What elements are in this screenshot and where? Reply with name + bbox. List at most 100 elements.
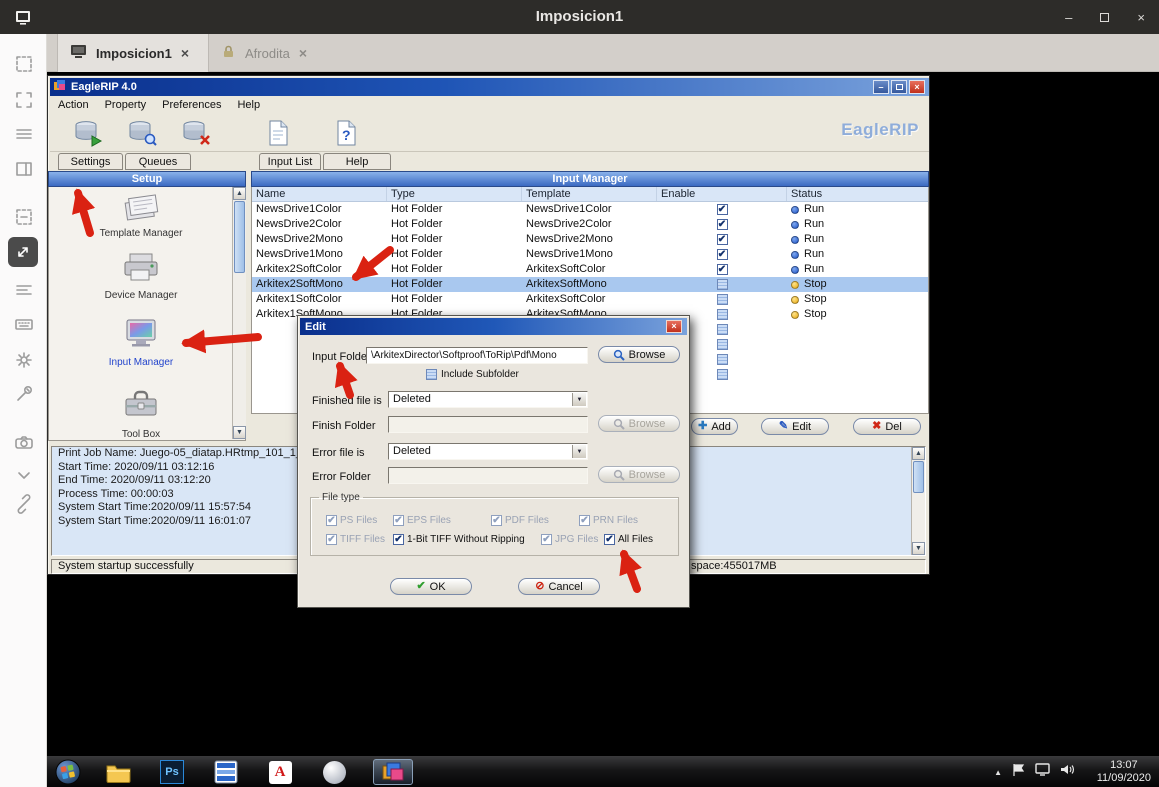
scroll-up-icon[interactable]: ▲	[912, 447, 925, 460]
table-row[interactable]: Arkitex1SoftColorHot FolderArkitexSoftCo…	[252, 292, 928, 307]
image-app-icon[interactable]	[213, 759, 239, 785]
rip-maximize-icon[interactable]	[891, 80, 907, 94]
tab-panel-help[interactable]: Help	[323, 153, 391, 170]
enable-checkbox[interactable]	[717, 264, 728, 275]
enable-checkbox[interactable]	[717, 339, 728, 350]
table-row[interactable]: NewsDrive2MonoHot FolderNewsDrive2MonoRu…	[252, 232, 928, 247]
filetype-1bit-tiff[interactable]: 1-Bit TIFF Without Ripping	[393, 534, 525, 545]
enable-checkbox[interactable]	[717, 369, 728, 380]
del-button[interactable]: ✖Del	[853, 418, 921, 435]
checkbox-checked-icon[interactable]	[604, 534, 615, 545]
scroll-thumb[interactable]	[234, 201, 245, 273]
resolution-list-icon[interactable]	[12, 278, 36, 302]
screenshot-camera-icon[interactable]	[12, 430, 36, 454]
display-tray-icon[interactable]	[1035, 763, 1050, 781]
tab-close-icon[interactable]: ×	[181, 45, 189, 61]
tab-afrodita[interactable]: Afrodita ×	[209, 34, 337, 72]
tab-close-icon[interactable]: ×	[299, 45, 307, 61]
photoshop-icon[interactable]: Ps	[159, 759, 185, 785]
filetype-all-files[interactable]: All Files	[604, 534, 653, 545]
col-name[interactable]: Name	[252, 187, 387, 201]
enable-checkbox[interactable]	[717, 234, 728, 245]
host-maximize-icon[interactable]	[1100, 13, 1109, 22]
tools-wrench-icon[interactable]	[12, 382, 36, 406]
col-template[interactable]: Template	[522, 187, 657, 201]
tab-input-list[interactable]: Input List	[259, 153, 321, 170]
document-icon[interactable]	[262, 118, 294, 148]
edit-dialog-titlebar[interactable]: Edit ×	[300, 318, 687, 335]
table-row[interactable]: NewsDrive1ColorHot FolderNewsDrive1Color…	[252, 202, 928, 217]
enable-checkbox[interactable]	[717, 324, 728, 335]
submit-job-icon[interactable]	[72, 118, 104, 148]
browser-globe-icon[interactable]	[321, 759, 347, 785]
cancel-button[interactable]: ⊘Cancel	[518, 578, 600, 595]
browse-input-folder-button[interactable]: Browse	[598, 346, 680, 363]
enable-checkbox[interactable]	[717, 309, 728, 320]
enable-checkbox[interactable]	[717, 279, 728, 290]
tray-clock[interactable]: 13:07 11/09/2020	[1097, 759, 1151, 785]
side-panel-icon[interactable]	[12, 157, 36, 181]
action-center-flag-icon[interactable]	[1012, 763, 1025, 782]
scale-window-icon[interactable]	[8, 237, 38, 267]
col-status[interactable]: Status	[787, 187, 928, 201]
setup-item-tool-box[interactable]: Tool Box	[49, 386, 233, 440]
edit-button[interactable]: ✎Edit	[761, 418, 829, 435]
scroll-down-icon[interactable]: ▼	[233, 426, 246, 439]
selection-frame-icon[interactable]	[12, 52, 36, 76]
checkbox-checked-icon[interactable]	[393, 534, 404, 545]
pdf-reader-icon[interactable]: A	[267, 759, 293, 785]
tab-imposicion1[interactable]: Imposicion1 ×	[57, 34, 209, 72]
ok-button[interactable]: ✔OK	[390, 578, 472, 595]
eaglerip-titlebar[interactable]: EagleRIP 4.0 – ×	[50, 78, 929, 96]
tab-queues[interactable]: Queues	[125, 153, 191, 170]
scroll-down-icon[interactable]: ▼	[912, 542, 925, 555]
enable-checkbox[interactable]	[717, 294, 728, 305]
setup-item-template-manager[interactable]: Template Manager	[49, 191, 233, 239]
eaglerip-taskbar-button[interactable]	[373, 759, 413, 785]
enable-checkbox[interactable]	[717, 219, 728, 230]
delete-job-icon[interactable]	[180, 118, 212, 148]
multi-monitor-icon[interactable]	[12, 122, 36, 146]
rip-close-icon[interactable]: ×	[909, 80, 925, 94]
keyboard-icon[interactable]	[12, 312, 36, 336]
add-button[interactable]: ✚Add	[691, 418, 738, 435]
menu-action[interactable]: Action	[50, 99, 97, 111]
enable-checkbox[interactable]	[717, 354, 728, 365]
host-close-icon[interactable]: ×	[1137, 11, 1145, 24]
include-subfolder-checkbox[interactable]	[426, 369, 437, 380]
rip-minimize-icon[interactable]: –	[873, 80, 889, 94]
tab-settings[interactable]: Settings	[58, 153, 123, 170]
table-row[interactable]: NewsDrive1MonoHot FolderNewsDrive1MonoRu…	[252, 247, 928, 262]
host-minimize-icon[interactable]: –	[1065, 11, 1072, 24]
menu-preferences[interactable]: Preferences	[154, 99, 229, 111]
dialog-close-icon[interactable]: ×	[666, 320, 682, 333]
input-folder-field[interactable]	[366, 347, 588, 364]
help-icon[interactable]: ?	[330, 118, 362, 148]
tray-expand-icon[interactable]: ▲	[994, 768, 1002, 777]
setup-item-input-manager[interactable]: Input Manager	[49, 316, 233, 368]
finished-file-select[interactable]: Deleted ▼	[388, 391, 588, 408]
settings-gear-icon[interactable]	[12, 348, 36, 372]
menu-property[interactable]: Property	[97, 99, 155, 111]
job-queue-icon[interactable]	[126, 118, 158, 148]
table-row[interactable]: NewsDrive2ColorHot FolderNewsDrive2Color…	[252, 217, 928, 232]
scroll-thumb[interactable]	[913, 461, 924, 493]
chevron-down-icon[interactable]	[12, 463, 36, 487]
table-row-selected[interactable]: Arkitex2SoftMonoHot FolderArkitexSoftMon…	[252, 277, 928, 292]
table-row[interactable]: Arkitex2SoftColorHot FolderArkitexSoftCo…	[252, 262, 928, 277]
combo-arrow-icon[interactable]: ▼	[572, 393, 586, 406]
enable-checkbox[interactable]	[717, 249, 728, 260]
combo-arrow-icon[interactable]: ▼	[572, 445, 586, 458]
enable-checkbox[interactable]	[717, 204, 728, 215]
start-button[interactable]	[55, 759, 81, 785]
setup-scrollbar[interactable]: ▲ ▼	[232, 187, 246, 439]
scroll-up-icon[interactable]: ▲	[233, 187, 246, 200]
log-scrollbar[interactable]: ▲ ▼	[911, 447, 925, 555]
menu-help[interactable]: Help	[229, 99, 268, 111]
col-enable[interactable]: Enable	[657, 187, 787, 201]
error-file-select[interactable]: Deleted ▼	[388, 443, 588, 460]
setup-item-device-manager[interactable]: Device Manager	[49, 249, 233, 301]
capture-area-icon[interactable]	[12, 205, 36, 229]
volume-icon[interactable]	[1060, 763, 1075, 781]
fullscreen-icon[interactable]	[12, 88, 36, 112]
